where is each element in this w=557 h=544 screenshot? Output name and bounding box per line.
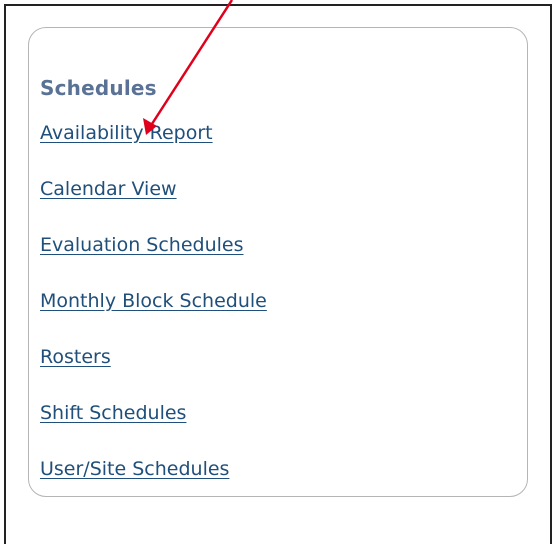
link-evaluation-schedules[interactable]: Evaluation Schedules xyxy=(40,232,244,258)
link-monthly-block-schedule[interactable]: Monthly Block Schedule xyxy=(40,288,267,314)
link-availability-report[interactable]: Availability Report xyxy=(40,120,213,146)
link-shift-schedules[interactable]: Shift Schedules xyxy=(40,400,186,426)
list-item: Evaluation Schedules xyxy=(40,232,267,288)
list-item: Rosters xyxy=(40,344,267,400)
list-item: Shift Schedules xyxy=(40,400,267,456)
list-item: Calendar View xyxy=(40,176,267,232)
link-rosters[interactable]: Rosters xyxy=(40,344,111,370)
list-item: Availability Report xyxy=(40,120,267,176)
list-item: User/Site Schedules xyxy=(40,456,267,512)
list-item: Monthly Block Schedule xyxy=(40,288,267,344)
panel-title: Schedules xyxy=(40,76,157,100)
link-calendar-view[interactable]: Calendar View xyxy=(40,176,177,202)
schedules-link-list: Availability Report Calendar View Evalua… xyxy=(40,120,267,512)
link-user-site-schedules[interactable]: User/Site Schedules xyxy=(40,456,229,482)
